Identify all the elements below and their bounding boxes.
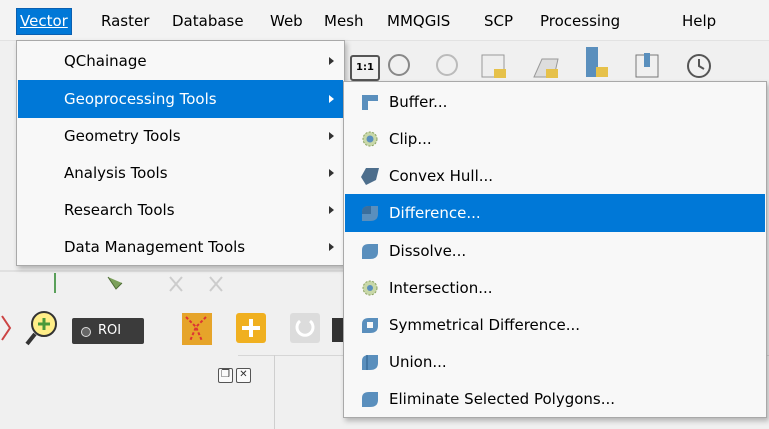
difference-icon <box>362 206 378 221</box>
menu-item-dissolve[interactable]: Dissolve... <box>345 232 765 270</box>
menu-vector[interactable]: Vector <box>16 8 72 35</box>
union-icon <box>362 355 378 370</box>
menu-mesh[interactable]: Mesh <box>320 9 368 33</box>
zoom-search-icon[interactable] <box>24 306 70 350</box>
symmetrical-difference-icon <box>362 318 378 333</box>
add-roi-icon[interactable] <box>232 309 272 349</box>
partial-icon[interactable] <box>0 308 22 348</box>
menu-item-qchainage[interactable]: QChainage <box>18 42 343 80</box>
intersection-icon <box>362 280 378 296</box>
menu-item-geoprocessing-tools[interactable]: Geoprocessing Tools <box>18 80 343 118</box>
menu-item-clip[interactable]: Clip... <box>345 120 765 158</box>
submenu-arrow-icon <box>329 206 334 214</box>
roi-radio-icon <box>81 327 91 337</box>
menu-item-difference[interactable]: Difference... <box>345 194 765 232</box>
submenu-arrow-icon <box>329 169 334 177</box>
float-panel-icon[interactable]: ❐ <box>218 368 233 383</box>
clip-icon <box>362 131 378 147</box>
zoom-native-icon[interactable]: 1:1 <box>350 55 380 81</box>
submenu-arrow-icon <box>329 95 334 103</box>
menu-help[interactable]: Help <box>678 9 720 33</box>
menu-mmqgis[interactable]: MMQGIS <box>383 9 454 33</box>
menu-scp[interactable]: SCP <box>480 9 517 33</box>
menu-item-intersection[interactable]: Intersection... <box>345 269 765 307</box>
menu-item-geometry-tools[interactable]: Geometry Tools <box>18 117 343 155</box>
submenu-arrow-icon <box>329 57 334 65</box>
menu-item-eliminate-selected-polygons[interactable]: Eliminate Selected Polygons... <box>345 380 765 418</box>
menu-raster[interactable]: Raster <box>97 9 153 33</box>
menu-item-buffer[interactable]: Buffer... <box>345 83 765 121</box>
digitizing-toolbar-fragment <box>0 270 345 293</box>
menu-item-convex-hull[interactable]: Convex Hull... <box>345 157 765 195</box>
close-panel-icon[interactable]: ✕ <box>236 368 251 383</box>
menu-item-union[interactable]: Union... <box>345 343 765 381</box>
geoprocessing-submenu: Buffer... Clip... Convex Hull... Differe… <box>343 81 767 418</box>
buffer-icon <box>362 95 378 110</box>
show-bookmarks-icon[interactable] <box>530 51 564 81</box>
menu-database[interactable]: Database <box>168 9 248 33</box>
zoom-selection-icon[interactable] <box>433 51 463 81</box>
3d-map-icon[interactable] <box>580 45 614 81</box>
roi-toggle[interactable]: ROI <box>72 318 144 344</box>
menu-bar: Vector Raster Database Web Mesh MMQGIS S… <box>0 0 769 41</box>
zoom-layer-icon[interactable] <box>385 51 415 81</box>
menu-item-symmetrical-difference[interactable]: Symmetrical Difference... <box>345 306 765 344</box>
menu-processing[interactable]: Processing <box>536 9 624 33</box>
vector-menu: QChainage Geoprocessing Tools Geometry T… <box>16 40 345 266</box>
menu-web[interactable]: Web <box>266 9 307 33</box>
submenu-arrow-icon <box>329 132 334 140</box>
dissolve-icon <box>362 244 378 259</box>
redo-roi-icon[interactable] <box>286 309 326 349</box>
menu-item-research-tools[interactable]: Research Tools <box>18 191 343 229</box>
submenu-arrow-icon <box>329 243 334 251</box>
panel-border <box>274 355 275 429</box>
decoration-icon[interactable] <box>632 51 666 81</box>
menu-item-data-management-tools[interactable]: Data Management Tools <box>18 228 343 266</box>
roi-polygon-icon[interactable] <box>178 309 218 349</box>
eliminate-selected-polygons-icon <box>362 392 378 407</box>
temporal-controller-icon[interactable] <box>684 51 718 81</box>
convex-hull-icon <box>361 168 379 185</box>
menu-item-analysis-tools[interactable]: Analysis Tools <box>18 154 343 192</box>
new-bookmark-icon[interactable] <box>478 51 512 81</box>
